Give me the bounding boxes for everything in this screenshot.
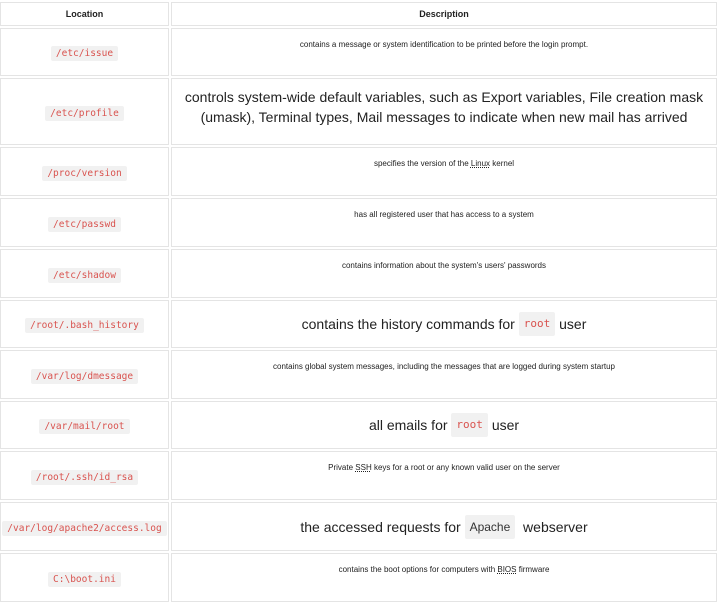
description-part: contains the history commands for <box>301 316 515 332</box>
description-part: user <box>491 417 520 433</box>
table-row: /root/.bash_history contains the history… <box>0 300 718 348</box>
description-part: user <box>559 316 587 332</box>
table-row: /etc/issue contains a message or system … <box>0 28 718 76</box>
description-text: specifies the version of the Linux kerne… <box>178 158 710 169</box>
table-row: /proc/version specifies the version of t… <box>0 147 718 196</box>
description-text: contains information about the system's … <box>341 261 547 270</box>
table-row: /etc/profile controls system-wide defaul… <box>0 78 718 145</box>
table-row: /var/mail/root all emails for root user <box>0 401 718 449</box>
location-code: /root/.bash_history <box>25 318 144 333</box>
description-part: firmware <box>516 565 550 574</box>
inline-code: root <box>451 413 488 437</box>
inline-code: Apache <box>464 514 516 539</box>
description-text: has all registered user that has access … <box>354 210 534 219</box>
location-code: /proc/version <box>42 165 127 181</box>
table-row: /root/.ssh/id_rsa Private SSH keys for a… <box>0 451 718 500</box>
location-code: /etc/shadow <box>48 267 121 283</box>
table-row: /var/log/dmessage contains global system… <box>0 350 718 399</box>
description-part: the accessed requests for <box>300 518 461 535</box>
location-code: /var/mail/root <box>39 419 130 434</box>
location-code: /etc/passwd <box>48 216 121 232</box>
table-header: Location Description <box>0 2 718 26</box>
description-text: controls system-wide default variables, … <box>184 89 704 125</box>
header-location: Location <box>0 2 169 26</box>
description-part: kernel <box>490 159 515 168</box>
ssh-term-link[interactable]: SSH <box>355 463 371 472</box>
description-part: all emails for <box>368 417 448 433</box>
description-text: contains a message or system identificat… <box>299 40 589 49</box>
file-locations-table: Location Description /etc/issue contains… <box>0 0 720 611</box>
description-text: Private SSH keys for a root or any known… <box>178 462 710 473</box>
table-row: /var/log/apache2/access.log the accessed… <box>0 502 718 551</box>
table-row: /etc/shadow contains information about t… <box>0 249 718 298</box>
linux-term-link[interactable]: Linux <box>471 159 490 168</box>
location-code: /var/log/dmessage <box>30 368 139 384</box>
location-code: /etc/issue <box>50 46 119 61</box>
location-code: C:\boot.ini <box>48 571 121 587</box>
table-row: /etc/passwd has all registered user that… <box>0 198 718 247</box>
bios-term-link[interactable]: BIOS <box>497 565 516 574</box>
header-description: Description <box>171 2 717 26</box>
description-part: specifies the version of the <box>373 159 471 168</box>
table-row: C:\boot.ini contains the boot options fo… <box>0 553 718 602</box>
description-text: the accessed requests for Apache webserv… <box>178 503 710 550</box>
description-text: all emails for root user <box>178 402 710 448</box>
location-code: /var/log/apache2/access.log <box>2 520 167 536</box>
description-part: Private <box>328 463 356 472</box>
location-code: /etc/profile <box>45 105 124 121</box>
inline-code: root <box>518 312 556 336</box>
description-part: keys for a root or any known valid user … <box>371 463 560 472</box>
description-text: contains the history commands for root u… <box>178 301 710 347</box>
location-code: /root/.ssh/id_rsa <box>30 469 139 485</box>
description-part: webserver <box>515 518 588 535</box>
description-text: contains global system messages, includi… <box>273 362 615 371</box>
description-text: contains the boot options for computers … <box>178 564 710 575</box>
description-part: contains the boot options for computers … <box>338 565 498 574</box>
